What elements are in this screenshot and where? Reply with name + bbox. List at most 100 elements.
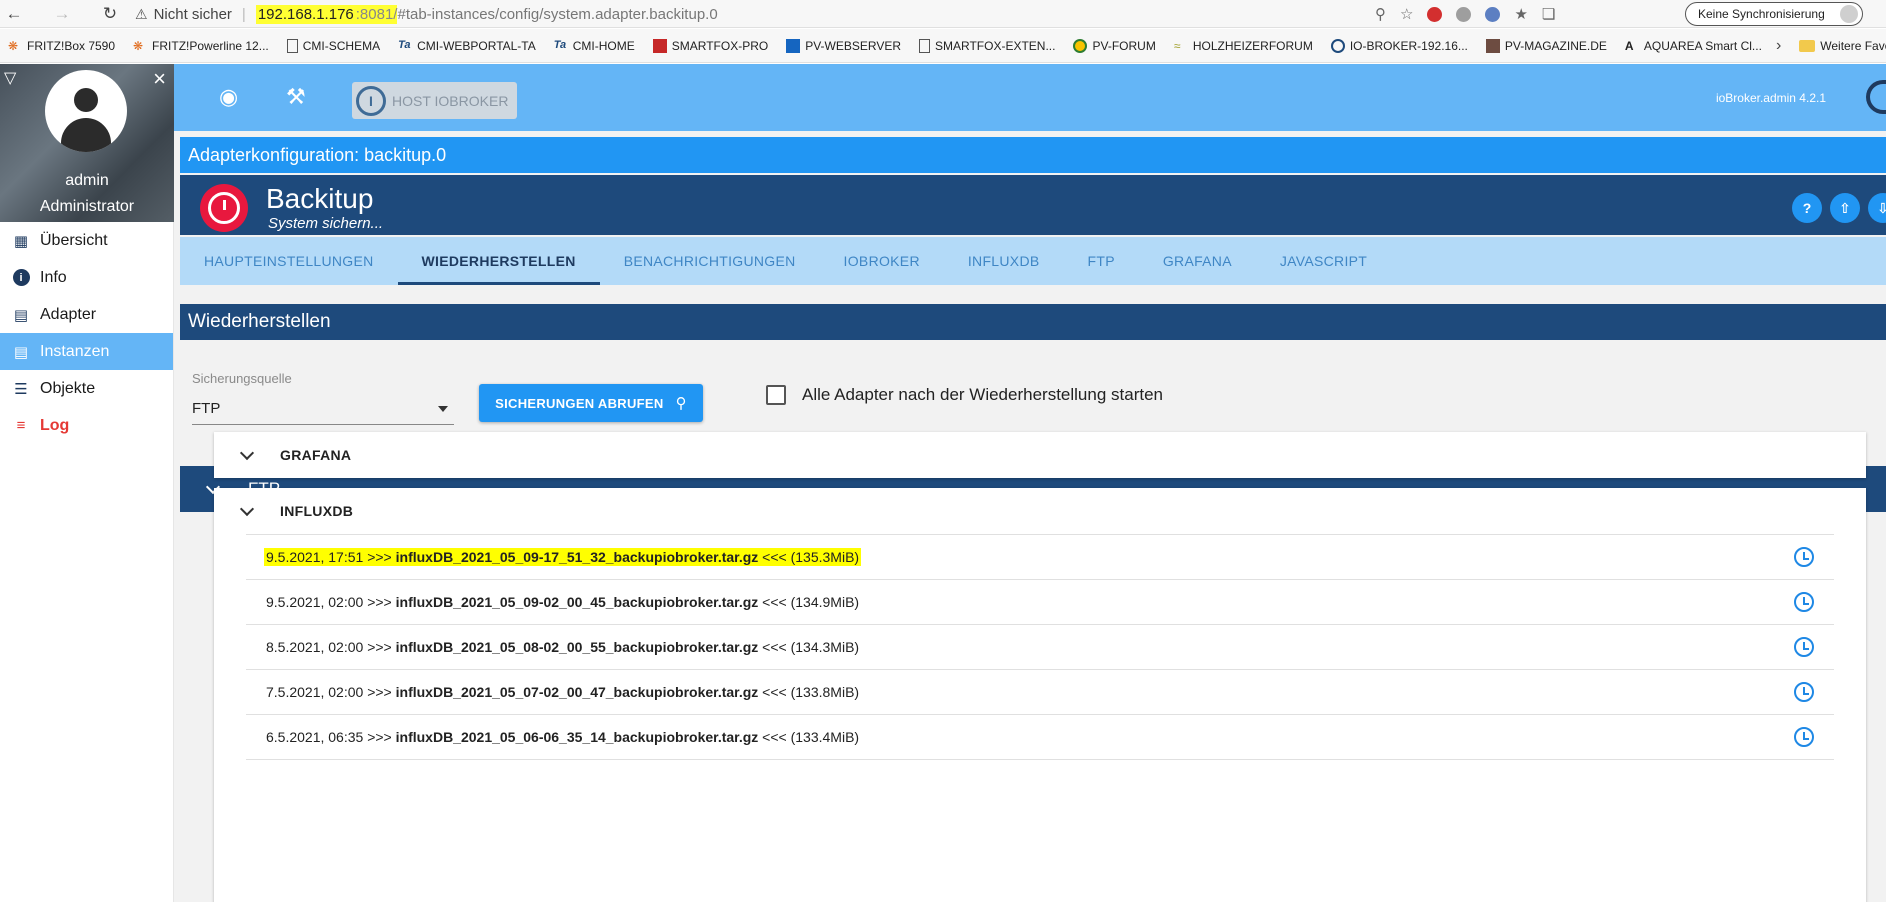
influxdb-panel: INFLUXDB 9.5.2021, 17:51 >>> influxDB_20… [214, 488, 1866, 902]
tab-ftp[interactable]: FTP [1064, 237, 1139, 285]
profile-avatar-icon [1840, 5, 1858, 23]
tab-haupteinstellungen[interactable]: HAUPTEINSTELLUNGEN [180, 237, 398, 285]
sidebar-item-adapter[interactable]: ▤ Adapter [0, 296, 173, 333]
tab-grafana[interactable]: GRAFANA [1139, 237, 1256, 285]
sync-button[interactable]: Keine Synchronisierung [1685, 2, 1863, 26]
tab-wiederherstellen[interactable]: WIEDERHERSTELLEN [397, 237, 600, 285]
iobroker-icon [1330, 38, 1345, 53]
source-select[interactable]: FTP [192, 393, 454, 425]
dropdown-caret-icon [438, 405, 448, 412]
sidebar-item-label: Adapter [40, 305, 97, 323]
forward-arrow-icon[interactable]: → [48, 0, 76, 28]
fetch-backups-label: SICHERUNGEN ABRUFEN [495, 395, 664, 411]
download-icon[interactable]: ⇩ [1868, 193, 1886, 223]
bookmarks-overflow-chevron-icon[interactable]: › [1776, 37, 1781, 55]
bookmark-label: FRITZ!Powerline 12... [152, 38, 269, 53]
backup-row: 7.5.2021, 02:00 >>> influxDB_2021_05_07-… [246, 669, 1834, 714]
backup-entry: 6.5.2021, 06:35 >>> influxDB_2021_05_06-… [266, 729, 860, 745]
start-adapters-option[interactable]: Alle Adapter nach der Wiederherstellung … [766, 385, 1163, 405]
bookmark-item[interactable]: IO-BROKER-192.16... [1330, 38, 1468, 53]
favorite-add-icon[interactable]: ☆ [1400, 5, 1413, 23]
address-bar-icons: ⚲ ☆ ★ ❏ [1375, 2, 1555, 26]
bookmark-item[interactable]: ❋ FRITZ!Box 7590 [8, 39, 115, 53]
url-port: :8081/ [355, 4, 398, 24]
url-separator: | [241, 5, 246, 23]
bookmark-item[interactable]: PV-MAGAZINE.DE [1485, 38, 1607, 53]
user-role: Administrator [39, 198, 135, 215]
list-icon: ☰ [14, 380, 28, 398]
bookmark-item[interactable]: PV-FORUM [1073, 38, 1156, 53]
eye-icon[interactable]: ◉ [219, 84, 238, 110]
source-label: Sicherungsquelle [192, 371, 292, 386]
search-icon: ⚲ [675, 395, 687, 412]
other-favorites-folder[interactable]: Weitere Favorit [1799, 39, 1886, 53]
tab-benachrichtigungen[interactable]: BENACHRICHTIGUNGEN [600, 237, 820, 285]
pv-webserver-icon [786, 38, 801, 53]
back-arrow-icon[interactable]: ← [0, 0, 28, 28]
tab-influxdb[interactable]: INFLUXDB [944, 237, 1064, 285]
restore-history-icon[interactable] [1794, 592, 1814, 612]
restore-history-icon[interactable] [1794, 637, 1814, 657]
favorites-icon[interactable]: ★ [1514, 5, 1527, 23]
bookmark-item[interactable]: PV-WEBSERVER [786, 38, 902, 53]
sidebar-item-log[interactable]: ≡ Log [0, 407, 173, 444]
bookmark-item[interactable]: A AQUAREA Smart Cl... [1625, 39, 1762, 53]
grafana-panel-header[interactable]: GRAFANA [214, 432, 1866, 478]
host-label: HOST IOBROKER [392, 92, 509, 109]
sidebar-item-objekte[interactable]: ☰ Objekte [0, 370, 173, 407]
store-icon: ▤ [13, 306, 29, 324]
bookmark-label: FRITZ!Box 7590 [27, 38, 116, 53]
tab-javascript[interactable]: JAVASCRIPT [1256, 237, 1391, 285]
upload-icon[interactable]: ⇧ [1830, 193, 1860, 223]
extension-grey-icon[interactable] [1456, 6, 1472, 22]
sidebar-item-label: Instanzen [40, 342, 110, 360]
backup-entry: 9.5.2021, 02:00 >>> influxDB_2021_05_09-… [266, 594, 860, 610]
grid-icon: ▦ [13, 232, 29, 250]
extension-blue-icon[interactable] [1485, 6, 1501, 22]
reload-icon[interactable]: ↻ [96, 0, 124, 28]
bookmark-label: PV-WEBSERVER [805, 38, 902, 53]
sidebar-item-instanzen[interactable]: ▤ Instanzen [0, 333, 173, 370]
collections-icon[interactable]: ❏ [1542, 5, 1555, 23]
fetch-backups-button[interactable]: SICHERUNGEN ABRUFEN ⚲ [479, 384, 703, 422]
backup-entry: 8.5.2021, 02:00 >>> influxDB_2021_05_08-… [266, 639, 860, 655]
iobroker-logo-icon: I [356, 85, 386, 116]
page-icon [919, 38, 931, 53]
restore-history-icon[interactable] [1794, 727, 1814, 747]
fritz-icon: ❋ [8, 38, 19, 53]
ta-logo-icon: Ta [398, 38, 411, 51]
bookmark-item[interactable]: ≈ HOLZHEIZERFORUM [1174, 39, 1313, 53]
security-status: Nicht sicher [153, 5, 232, 23]
tab-iobroker[interactable]: IOBROKER [820, 237, 944, 285]
bookmark-item[interactable]: CMI-SCHEMA [286, 38, 380, 53]
bookmark-item[interactable]: SMARTFOX-PRO [652, 38, 769, 53]
pv-forum-icon [1073, 38, 1088, 53]
sidebar-item-info[interactable]: i Info [0, 259, 173, 296]
influxdb-panel-header[interactable]: INFLUXDB [214, 488, 1866, 534]
url-field[interactable]: ⚠ Nicht sicher | 192.168.1.176:8081/#tab… [135, 2, 1435, 26]
iobroker-corner-logo-icon [1866, 80, 1886, 114]
key-icon[interactable]: ⚲ [1375, 5, 1386, 23]
extension-red-icon[interactable] [1427, 6, 1443, 22]
bookmark-item[interactable]: Ta CMI-HOME [554, 39, 635, 53]
help-icon[interactable]: ? [1792, 193, 1822, 223]
menu-toggle-icon[interactable]: ▽ [4, 68, 16, 88]
host-button[interactable]: I HOST IOBROKER [352, 82, 517, 119]
restore-history-icon[interactable] [1794, 547, 1814, 567]
sidebar-item-uebersicht[interactable]: ▦ Übersicht [0, 222, 173, 259]
wrench-icon[interactable]: ⚒ [286, 84, 306, 110]
section-title: Wiederherstellen [180, 304, 1886, 340]
bookmark-item[interactable]: SMARTFOX-EXTEN... [919, 38, 1055, 53]
adapter-description: System sichern... [268, 215, 384, 232]
close-icon[interactable]: × [153, 66, 166, 92]
bookmark-item[interactable]: ❋ FRITZ!Powerline 12... [133, 39, 269, 53]
bookmark-label: PV-FORUM [1092, 38, 1156, 53]
aquarea-icon: A [1624, 38, 1634, 53]
page-icon [286, 38, 298, 53]
restore-history-icon[interactable] [1794, 682, 1814, 702]
folder-icon [1799, 39, 1816, 52]
bookmark-label: SMARTFOX-PRO [671, 38, 769, 53]
ta-logo-icon: Ta [553, 38, 567, 51]
start-adapters-checkbox[interactable] [766, 385, 786, 405]
bookmark-item[interactable]: Ta CMI-WEBPORTAL-TA [398, 39, 536, 53]
